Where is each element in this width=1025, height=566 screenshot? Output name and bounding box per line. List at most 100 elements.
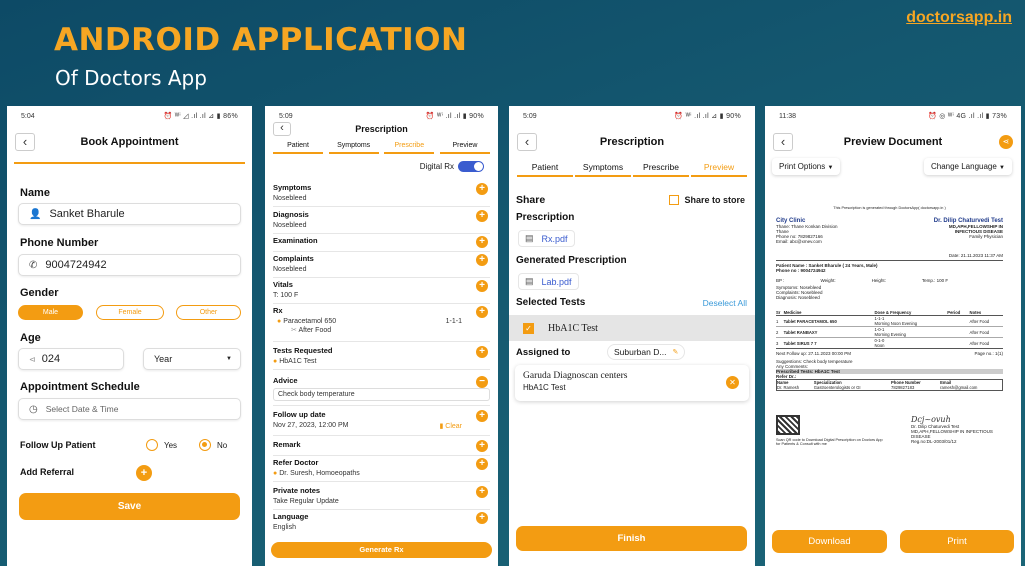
- private-notes-section[interactable]: Private notes Take Regular Update +: [273, 486, 490, 510]
- gender-male[interactable]: Male: [18, 305, 83, 320]
- preview-document-screen: 11:38 ⏰ ◎ ᵂⁱ 4G .ıl .ıl ▮ 73% ‹ Preview D…: [765, 106, 1021, 566]
- qr-code: [776, 415, 800, 435]
- tab-patient[interactable]: Patient: [517, 162, 573, 177]
- share-label: Share: [516, 194, 546, 206]
- age-unit-select[interactable]: Year ▼: [143, 348, 241, 370]
- complaints-section[interactable]: Complaints Nosebleed +: [273, 254, 490, 278]
- site-link[interactable]: doctorsapp.in: [906, 9, 1012, 27]
- clock-icon: ◷: [29, 403, 38, 415]
- page-title: Book Appointment: [80, 136, 179, 148]
- generated-label: Generated Prescription: [516, 255, 627, 266]
- rx-pdf-chip[interactable]: ▤ Rx.pdf: [518, 230, 575, 247]
- tests-section[interactable]: Tests Requested ● HbA1C Test +: [273, 346, 490, 370]
- banner-title: ANDROID APPLICATION: [54, 22, 468, 58]
- add-icon: +: [476, 280, 488, 292]
- phone-field[interactable]: ✆ 9004724942: [18, 254, 241, 276]
- advice-section[interactable]: Advice Check body temperature −: [273, 376, 490, 406]
- phone-label: Phone Number: [20, 237, 99, 249]
- generate-rx-button[interactable]: Generate Rx: [271, 542, 492, 558]
- tab-patient[interactable]: Patient: [273, 142, 323, 154]
- print-button[interactable]: Print: [900, 530, 1014, 553]
- book-appointment-screen: 5:04 ⏰ ᵂⁱ ◿ .ıl .ıl ⊿ ▮ 86% ‹ Book Appoin…: [7, 106, 252, 566]
- add-icon: +: [476, 254, 488, 266]
- followup-yes[interactable]: Yes: [146, 439, 177, 451]
- status-bar: 5:09 ⏰ ᵂⁱ .ıl .ıl ▮ 90%: [279, 112, 484, 121]
- prescription-document: This Prescription is generated through D…: [776, 206, 1003, 446]
- tab-preview[interactable]: Preview: [691, 162, 747, 177]
- print-options-select[interactable]: Print Options ▼: [772, 158, 841, 175]
- save-button[interactable]: Save: [19, 493, 240, 520]
- tab-symptoms[interactable]: Symptoms: [328, 142, 379, 154]
- add-icon: +: [476, 183, 488, 195]
- lab-pdf-chip[interactable]: ▤ Lab.pdf: [518, 273, 579, 290]
- status-bar: 11:38 ⏰ ◎ ᵂⁱ 4G .ıl .ıl ▮ 73%: [779, 112, 1007, 121]
- dropdown-icon: ▼: [226, 356, 232, 362]
- referral-table: Name Specialization Phone Number Email Dr. …: [776, 379, 1003, 391]
- deselect-all-link[interactable]: Deselect All: [703, 298, 747, 308]
- schedule-field[interactable]: ◷ Select Date & Time: [18, 398, 241, 420]
- tab-preview[interactable]: Preview: [439, 142, 490, 154]
- banner-subtitle: Of Doctors App: [55, 66, 207, 90]
- signature: Dcj~ovuh: [911, 415, 951, 424]
- add-referral-button[interactable]: +: [136, 465, 152, 481]
- referral-label: Add Referral: [20, 467, 75, 477]
- add-icon: +: [476, 410, 488, 422]
- age-icon: ⊲: [29, 354, 36, 364]
- followup-no[interactable]: No: [199, 439, 227, 451]
- gender-other[interactable]: Other: [176, 305, 241, 320]
- digital-rx-toggle[interactable]: [458, 161, 484, 172]
- language-section[interactable]: Language English +: [273, 512, 490, 536]
- followup-label: Follow Up Patient: [20, 440, 96, 450]
- tab-bar: Patient Symptoms Prescribe Preview: [517, 162, 747, 177]
- assigned-label: Assigned to: [516, 347, 571, 358]
- check-icon: ✓: [523, 322, 534, 334]
- remark-section[interactable]: Remark +: [273, 440, 490, 456]
- table-row: 1 Tablet PARACETAMOL 650 1-1-1 Morning Noon…: [776, 316, 1003, 327]
- page-title: Prescription: [599, 136, 665, 148]
- vitals-section[interactable]: Vitals T: 100 F +: [273, 280, 490, 304]
- add-icon: +: [476, 346, 488, 358]
- medicine-table: Sr Medicine Dose & Frequency Period Notes 1T…: [776, 310, 1003, 349]
- selected-tests-label: Selected Tests: [516, 297, 586, 308]
- gender-female[interactable]: Female: [96, 305, 164, 320]
- share-to-store-checkbox[interactable]: Share to store: [669, 195, 745, 205]
- file-icon: ▤: [525, 276, 534, 286]
- remove-icon[interactable]: ✕: [726, 376, 739, 389]
- add-icon: +: [476, 210, 488, 222]
- header-divider: [14, 162, 245, 164]
- examination-section[interactable]: Examination +: [273, 236, 490, 252]
- download-button[interactable]: Download: [772, 530, 887, 553]
- file-icon: ▤: [525, 233, 534, 243]
- test-row[interactable]: ✓ HbA1C Test: [509, 315, 755, 341]
- share-icon[interactable]: ⋖: [999, 135, 1013, 149]
- digital-rx-label: Digital Rx: [419, 162, 454, 171]
- name-field[interactable]: 👤 Sanket Bharule: [18, 203, 241, 225]
- edit-icon: ✎: [672, 349, 679, 356]
- page-title: Prescription: [355, 124, 408, 134]
- tab-prescribe[interactable]: Prescribe: [633, 162, 689, 177]
- page-title: Preview Document: [843, 136, 943, 148]
- finish-button[interactable]: Finish: [516, 526, 747, 551]
- refer-section[interactable]: Refer Doctor ● Dr. Suresh, Homoeopaths +: [273, 458, 490, 482]
- table-row: Dr. Ramesh Gastroenterologists or GI 78298…: [777, 385, 978, 390]
- symptoms-section[interactable]: Symptoms Nosebleed +: [273, 183, 490, 207]
- prescription-label: Prescription: [516, 212, 575, 223]
- phone-icon: ✆: [29, 259, 38, 271]
- followup-section[interactable]: Follow up date Nov 27, 2023, 12:00 PM ▮ Cl…: [273, 410, 490, 436]
- center-card[interactable]: Garuda Diagnoscan centers HbA1C Test ✕: [515, 365, 749, 401]
- add-icon: +: [476, 458, 488, 470]
- diagnosis-section[interactable]: Diagnosis Nosebleed +: [273, 210, 490, 234]
- gender-label: Gender: [20, 287, 59, 299]
- person-icon: 👤: [29, 208, 42, 220]
- name-label: Name: [20, 187, 50, 199]
- tab-prescribe[interactable]: Prescribe: [384, 142, 435, 154]
- status-bar: 5:09 ⏰ ᵂⁱ .ıl .ıl ⊿ ▮ 90%: [523, 112, 741, 121]
- prescription-form-screen: 5:09 ⏰ ᵂⁱ .ıl .ıl ▮ 90% ‹ Prescription Pa…: [265, 106, 498, 566]
- tab-symptoms[interactable]: Symptoms: [575, 162, 631, 177]
- rx-section[interactable]: Rx ● Paracetamol 650 1-1-1 ✂ After Food +: [273, 306, 490, 342]
- age-label: Age: [20, 332, 41, 344]
- table-row: 2 Tablet RANBAXY 1-0-1 Morning Evening After…: [776, 327, 1003, 338]
- assigned-chip[interactable]: Suburban D... ✎: [607, 344, 686, 360]
- change-language-select[interactable]: Change Language ▼: [923, 158, 1012, 175]
- age-field[interactable]: ⊲ 024: [18, 348, 124, 370]
